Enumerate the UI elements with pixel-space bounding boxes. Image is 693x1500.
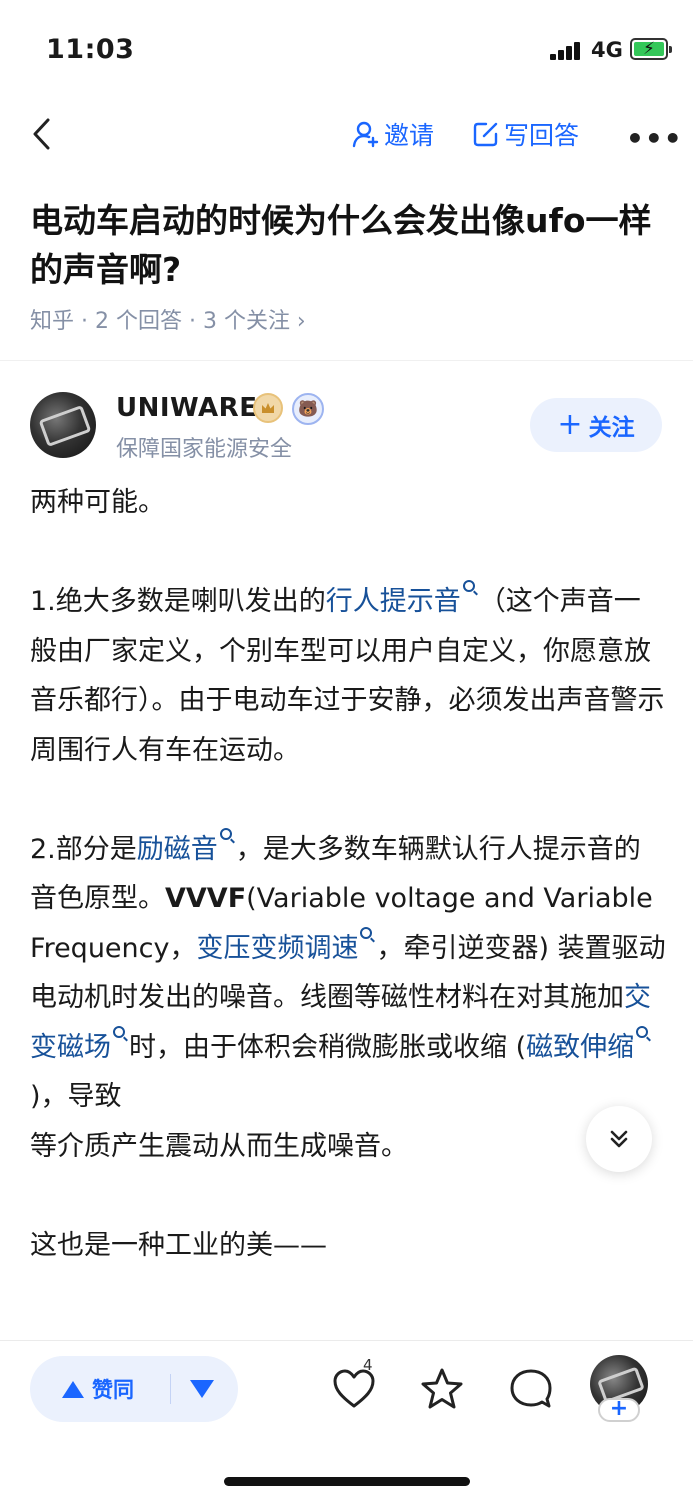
comment-button[interactable] [507,1366,555,1414]
answer-paragraph: 这也是一种工业的美—— [30,1229,327,1261]
triangle-up-icon [62,1380,84,1398]
search-icon [636,1025,649,1038]
like-count: 4 [363,1356,373,1374]
answer-paragraph: 1.绝大多数是喇叭发出的行人提示音 （这个声音一般由厂家定义，个别车型可以用户自定… [30,577,666,775]
author-avatar[interactable] [30,392,96,458]
follow-label: 关注 [588,415,635,441]
network-label: 4G [591,38,623,62]
scroll-down-button[interactable] [586,1106,652,1172]
favorite-button[interactable] [418,1366,466,1414]
crown-badge-icon[interactable] [253,393,283,423]
write-answer-button[interactable]: 写回答 [472,116,579,152]
add-button[interactable]: + [598,1398,640,1422]
upvote-label: 赞同 [92,1378,134,1402]
author-name[interactable]: UNIWARE [116,393,257,423]
comment-bubble-icon [510,1369,552,1408]
downvote-button[interactable] [190,1356,214,1422]
question-title[interactable]: 电动车启动的时候为什么会发出像ufo一样的声音啊? [30,196,660,294]
status-bar: 11:03 4G ⚡ [0,0,693,100]
plus-icon: + [557,407,583,442]
write-answer-label: 写回答 [504,121,580,150]
vote-separator [170,1374,171,1404]
divider [0,1340,693,1341]
back-button[interactable] [28,116,58,152]
star-icon [421,1368,463,1409]
edit-icon [473,122,498,147]
search-icon [462,580,475,592]
answer-content: 两种可能。 1.绝大多数是喇叭发出的行人提示音 （这个声音一般由厂家定义，个别车型… [30,478,666,1270]
more-options-button[interactable]: ••• [626,122,683,155]
top-nav: 邀请 写回答 ••• [0,100,693,170]
invite-label: 邀请 [384,121,435,150]
vote-control: 赞同 [30,1356,238,1422]
answer-paragraph: 2.部分是励磁音 ，是大多数车辆默认行人提示音的音色原型。VVVF(Variabl… [30,825,666,1172]
add-person-icon [352,121,379,148]
question-meta[interactable]: 知乎 · 2 个回答 · 3 个关注 › [30,303,306,335]
character-badge-icon[interactable]: 🐻 [292,393,324,425]
status-time: 11:03 [46,34,135,65]
upvote-button[interactable]: 赞同 [62,1356,134,1422]
double-chevron-down-icon [610,1130,628,1148]
search-icon [360,926,373,939]
author-signature: 保障国家能源安全 [116,437,293,462]
battery-icon: ⚡ [630,38,672,60]
search-link[interactable]: 行人提示音 [326,586,461,617]
answer-paragraph: 两种可能。 [30,487,165,518]
home-indicator[interactable] [224,1477,470,1486]
follow-button[interactable]: + 关注 [530,398,662,452]
invite-button[interactable]: 邀请 [352,116,434,152]
search-link[interactable]: 励磁音 [137,834,218,865]
signal-icon [550,42,584,60]
search-link[interactable]: 磁致伸缩 [526,1032,634,1063]
search-icon [113,1025,125,1038]
search-link[interactable]: 变压变频调速 [196,933,358,964]
divider [0,360,693,361]
chevron-left-icon [33,118,50,150]
search-icon [219,827,232,840]
triangle-down-icon [190,1380,214,1398]
